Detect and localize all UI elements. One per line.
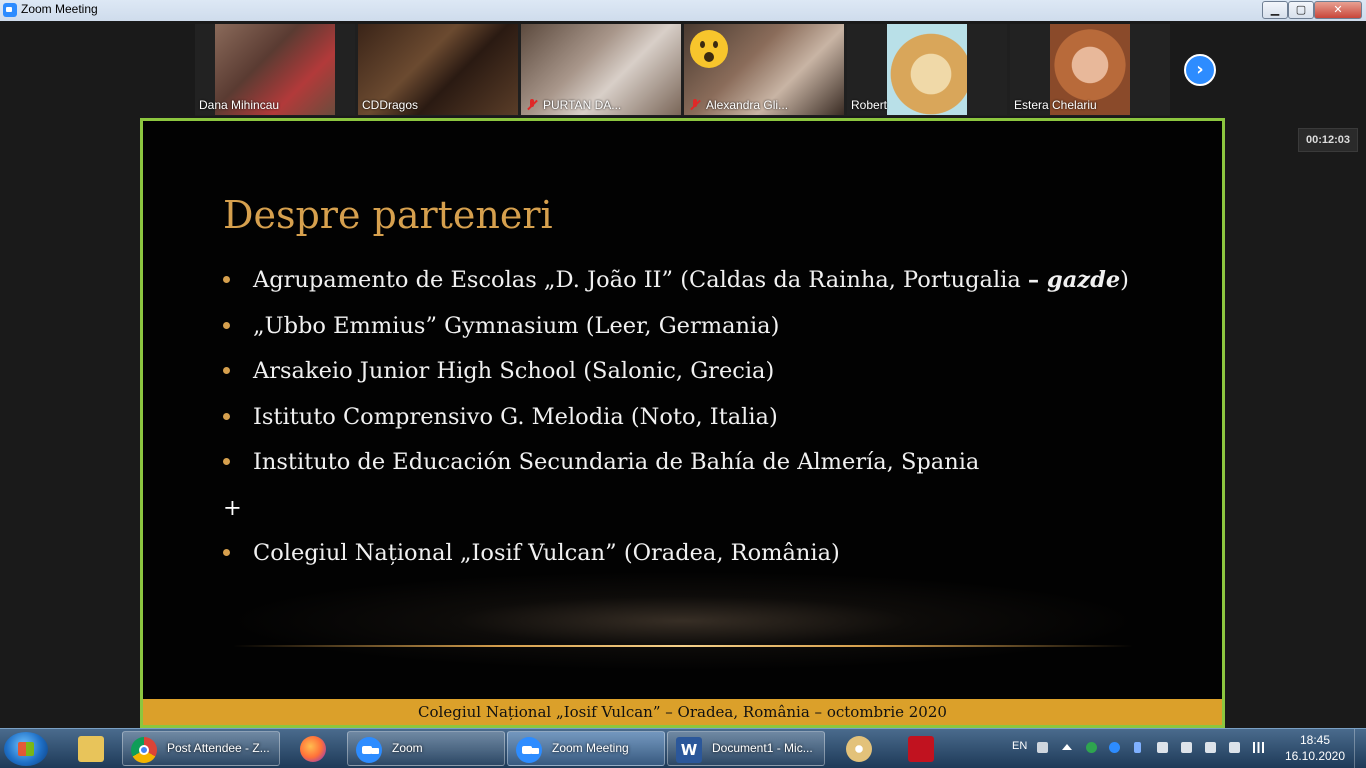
shared-screen: Despre parteneri Agrupamento de Escolas … bbox=[140, 118, 1225, 728]
zoom-app-icon bbox=[3, 3, 17, 17]
participant-tile[interactable]: Estera Chelariu bbox=[1010, 24, 1170, 115]
usb-device-icon[interactable] bbox=[1205, 742, 1216, 753]
participant-name: Dana Mihincau bbox=[199, 98, 280, 112]
bullet-text: „Ubbo Emmius” Gymnasium (Leer, Germania) bbox=[253, 312, 780, 339]
participant-tile[interactable]: Alexandra Gli... bbox=[684, 24, 844, 115]
system-clock[interactable]: 18:45 16.10.2020 bbox=[1284, 732, 1346, 764]
chrome-icon bbox=[131, 737, 157, 763]
bullet-icon bbox=[223, 276, 230, 283]
taskbar-pdf-reader[interactable] bbox=[900, 731, 942, 766]
paint-palette-icon bbox=[846, 736, 872, 762]
bullet-emphasis: gazde bbox=[1047, 267, 1121, 293]
taskbar-item-zoom[interactable]: Zoom bbox=[347, 731, 505, 766]
participant-name: Alexandra Gli... bbox=[706, 98, 789, 112]
signal-bars-icon[interactable] bbox=[1253, 742, 1264, 753]
minimize-button[interactable]: ▁ bbox=[1262, 1, 1288, 19]
taskbar-item-chrome[interactable]: Post Attendee - Z... bbox=[122, 731, 280, 766]
muted-microphone-icon bbox=[527, 99, 537, 111]
taskbar-item-zoom-meeting[interactable]: Zoom Meeting bbox=[507, 731, 665, 766]
participant-name: Robert bbox=[851, 98, 888, 112]
slide-glow-decoration bbox=[223, 571, 1143, 671]
firefox-icon bbox=[300, 736, 326, 762]
slide-footer: Colegiul Național „Iosif Vulcan” – Orade… bbox=[143, 699, 1222, 725]
zoom-icon bbox=[356, 737, 382, 763]
bullet-icon bbox=[223, 367, 230, 374]
window-title: Zoom Meeting bbox=[21, 2, 98, 16]
bullet-text: Instituto de Educación Secundaria de Bah… bbox=[253, 449, 980, 475]
security-shield-icon[interactable] bbox=[1086, 742, 1097, 753]
bullet-icon bbox=[223, 458, 230, 465]
bullet-text: Colegiul Național „Iosif Vulcan” (Oradea… bbox=[253, 540, 840, 566]
participant-strip: Dana Mihincau CDDragos PURTAN DA... Alex… bbox=[195, 24, 1170, 116]
participant-name: CDDragos bbox=[362, 98, 419, 112]
participant-tile[interactable]: Robert bbox=[847, 24, 1007, 115]
title-bar: Zoom Meeting ▁ ▢ ✕ bbox=[0, 0, 1366, 21]
surprised-emoji-icon bbox=[690, 30, 728, 68]
start-button[interactable] bbox=[4, 732, 48, 766]
keyboard-icon[interactable] bbox=[1037, 742, 1048, 753]
maximize-button[interactable]: ▢ bbox=[1288, 1, 1314, 19]
show-hidden-icons-icon[interactable] bbox=[1062, 744, 1072, 750]
bullet-icon bbox=[223, 549, 230, 556]
bullet-dash: – bbox=[1027, 267, 1047, 293]
plus-sign: + bbox=[223, 494, 242, 521]
next-page-button[interactable]: › bbox=[1184, 54, 1216, 86]
slide-divider-line bbox=[233, 645, 1133, 647]
bullet-icon bbox=[223, 321, 230, 329]
windows-taskbar: Post Attendee - Z... Zoom Zoom Meeting W… bbox=[0, 728, 1366, 768]
muted-microphone-icon bbox=[690, 99, 700, 111]
word-icon: W bbox=[676, 737, 702, 763]
taskbar-item-label: Zoom Meeting bbox=[552, 741, 629, 755]
zoom-icon bbox=[516, 737, 542, 763]
participant-tile[interactable]: PURTAN DA... bbox=[521, 24, 681, 115]
participant-name: PURTAN DA... bbox=[543, 98, 622, 112]
taskbar-paint[interactable] bbox=[838, 731, 880, 766]
slide-title: Despre parteneri bbox=[223, 193, 553, 237]
participant-tile[interactable]: Dana Mihincau bbox=[195, 24, 355, 115]
lock-icon[interactable] bbox=[1157, 742, 1168, 753]
volume-icon[interactable] bbox=[1229, 742, 1240, 753]
close-button[interactable]: ✕ bbox=[1314, 1, 1362, 19]
presentation-slide: Despre parteneri Agrupamento de Escolas … bbox=[143, 121, 1222, 725]
taskbar-item-label: Document1 - Mic... bbox=[712, 741, 813, 755]
show-desktop-button[interactable] bbox=[1354, 729, 1366, 768]
participant-tile[interactable]: CDDragos bbox=[358, 24, 518, 115]
taskbar-item-label: Zoom bbox=[392, 741, 423, 755]
participant-name: Estera Chelariu bbox=[1014, 98, 1097, 112]
clock-time: 18:45 bbox=[1299, 733, 1331, 747]
bullet-text: Istituto Comprensivo G. Melodia (Noto, I… bbox=[253, 403, 778, 430]
participant-avatar-image bbox=[887, 24, 967, 115]
taskbar-firefox[interactable] bbox=[292, 731, 334, 766]
bullet-tail: ) bbox=[1120, 267, 1129, 293]
clock-date: 16.10.2020 bbox=[1284, 749, 1346, 763]
taskbar-explorer[interactable] bbox=[70, 731, 110, 766]
pdf-reader-icon bbox=[908, 736, 934, 762]
recording-timer: 00:12:03 bbox=[1298, 128, 1358, 152]
bullet-text: Arsakeio Junior High School (Salonic, Gr… bbox=[253, 358, 775, 384]
language-indicator[interactable]: EN bbox=[1012, 740, 1027, 752]
taskbar-item-label: Post Attendee - Z... bbox=[167, 741, 270, 755]
bullet-text: Agrupamento de Escolas „D. João II” (Cal… bbox=[253, 267, 1028, 293]
bluetooth-icon[interactable] bbox=[1134, 742, 1141, 753]
zoom-tray-icon[interactable] bbox=[1109, 742, 1120, 753]
bullet-icon bbox=[223, 412, 230, 420]
folder-icon bbox=[78, 736, 104, 762]
taskbar-item-word[interactable]: W Document1 - Mic... bbox=[667, 731, 825, 766]
network-disabled-icon[interactable] bbox=[1181, 742, 1192, 753]
